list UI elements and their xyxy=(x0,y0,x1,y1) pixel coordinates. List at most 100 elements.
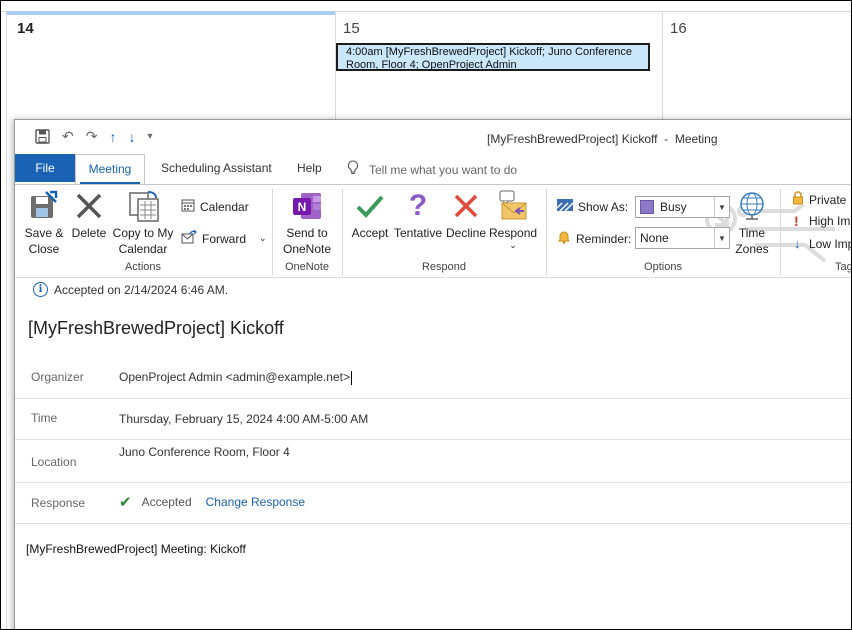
copy-calendar-label-1: Copy to My xyxy=(112,226,174,240)
undo-icon[interactable]: ↶ xyxy=(62,128,74,145)
send-onenote-label-1: Send to xyxy=(286,226,328,240)
window-title: [MyFreshBrewedProject] Kickoff - Meeting xyxy=(487,132,718,146)
globe-icon xyxy=(740,192,764,220)
tab-help[interactable]: Help xyxy=(285,154,334,182)
chevron-down-icon: ▼ xyxy=(714,197,729,217)
save-close-icon xyxy=(31,190,58,218)
delete-x-icon xyxy=(76,193,102,219)
customize-toolbar-icon[interactable]: ▾ xyxy=(147,131,152,142)
info-icon: i xyxy=(33,282,48,297)
accept-label: Accept xyxy=(351,226,389,240)
respond-button[interactable]: Respond ⌄ xyxy=(489,189,538,250)
calendar-appointment[interactable]: 4:00am [MyFreshBrewedProject] Kickoff; J… xyxy=(336,43,650,71)
busy-swatch xyxy=(640,200,654,214)
svg-text:N: N xyxy=(298,200,307,214)
high-importance-button[interactable]: ! High Im xyxy=(794,213,850,229)
text-caret xyxy=(350,370,352,385)
organizer-value-wrap[interactable]: OpenProject Admin <admin@example.net> xyxy=(119,370,352,385)
forward-dropdown-icon[interactable]: ⌄ xyxy=(259,233,267,244)
tentative-button[interactable]: ? Tentative xyxy=(393,189,443,241)
info-bar: i Accepted on 2/14/2024 6:46 AM. xyxy=(33,282,228,297)
chevron-down-icon: ▼ xyxy=(714,228,729,248)
group-label-tags: Tag xyxy=(835,261,852,273)
down-arrow-icon: ↓ xyxy=(794,236,801,251)
bell-icon xyxy=(557,230,571,247)
tab-meeting[interactable]: Meeting xyxy=(75,154,145,184)
time-zones-label-2: Zones xyxy=(735,242,769,256)
group-label-onenote: OneNote xyxy=(284,261,330,273)
send-to-onenote-button[interactable]: N Send to OneNote xyxy=(277,189,337,257)
tab-file[interactable]: File xyxy=(15,154,75,182)
show-as-dropdown[interactable]: Busy ▼ xyxy=(635,196,730,218)
save-close-label-2: Close xyxy=(28,242,60,256)
forward-button[interactable]: Forward ⌄ xyxy=(181,229,267,247)
calendar-column-divider xyxy=(662,12,663,122)
send-onenote-label-2: OneNote xyxy=(282,242,332,256)
delete-label: Delete xyxy=(71,226,107,240)
respond-icon xyxy=(499,190,527,220)
exclamation-icon: ! xyxy=(794,213,799,229)
show-as-icon xyxy=(556,199,574,214)
response-row: Response ✔ Accepted Change Response xyxy=(15,483,851,524)
time-row: Time Thursday, February 15, 2024 4:00 AM… xyxy=(15,399,851,440)
ribbon-separator xyxy=(780,189,781,275)
save-close-label-1: Save & xyxy=(24,226,64,240)
calendar-left-edge xyxy=(6,12,7,629)
show-as-label: Show As: xyxy=(578,199,629,214)
accept-button[interactable]: Accept xyxy=(349,189,391,241)
respond-dropdown-icon: ⌄ xyxy=(509,240,517,250)
tell-me-search[interactable]: Tell me what you want to do xyxy=(347,160,517,179)
high-importance-label: High Im xyxy=(809,214,851,228)
reminder-dropdown[interactable]: None ▼ xyxy=(635,227,730,249)
time-zones-label-1: Time xyxy=(738,226,766,240)
ribbon: Save & Close Delete Copy to My Calendar … xyxy=(15,184,852,278)
calendar-button[interactable]: Calendar xyxy=(181,199,249,215)
group-label-actions: Actions xyxy=(124,261,162,273)
calendar-copy-icon xyxy=(129,191,159,222)
accepted-check-icon: ✔ xyxy=(119,494,132,511)
meeting-window: ↶ ↷ ↑ ↓ ▾ [MyFreshBrewedProject] Kickoff… xyxy=(14,119,852,629)
next-item-icon[interactable]: ↓ xyxy=(128,129,135,145)
location-row: Location Juno Conference Room, Floor 4 xyxy=(15,440,851,483)
location-label: Location xyxy=(31,455,77,469)
quick-access-toolbar: ↶ ↷ ↑ ↓ ▾ xyxy=(35,128,153,145)
delete-button[interactable]: Delete xyxy=(71,189,107,241)
forward-label: Forward xyxy=(202,231,247,246)
tentative-question-icon: ? xyxy=(408,189,428,222)
time-value: Thursday, February 15, 2024 4:00 AM-5:00… xyxy=(119,412,369,426)
private-button[interactable]: Private xyxy=(792,191,846,208)
show-as-value: Busy xyxy=(660,200,687,214)
reminder-label-group: Reminder: xyxy=(557,230,631,247)
tab-scheduling-assistant[interactable]: Scheduling Assistant xyxy=(149,154,284,182)
redo-icon[interactable]: ↷ xyxy=(86,128,98,145)
reminder-value: None xyxy=(640,231,669,245)
meeting-subject: [MyFreshBrewedProject] Kickoff xyxy=(28,318,284,338)
time-zones-button[interactable]: Time Zones xyxy=(733,189,771,257)
lock-icon xyxy=(792,191,804,208)
respond-label: Respond xyxy=(489,226,538,240)
low-importance-button[interactable]: ↓ Low Imp xyxy=(794,236,852,251)
tab-meeting-label: Meeting xyxy=(88,162,132,176)
group-label-respond: Respond xyxy=(421,261,467,273)
copy-to-calendar-button[interactable]: Copy to My Calendar xyxy=(111,189,175,257)
day-number-15[interactable]: 15 xyxy=(343,20,360,37)
screen-frame: 14 15 16 4:00am [MyFreshBrewedProject] K… xyxy=(0,0,852,630)
forward-envelope-icon xyxy=(181,229,197,247)
response-value-group: ✔ Accepted Change Response xyxy=(119,493,305,511)
today-indicator xyxy=(6,11,335,15)
calendar-icon xyxy=(181,199,195,215)
save-icon[interactable] xyxy=(35,129,50,144)
meeting-body[interactable]: [MyFreshBrewedProject] Meeting: Kickoff xyxy=(26,542,246,556)
organizer-row: Organizer OpenProject Admin <admin@examp… xyxy=(15,356,851,399)
low-importance-label: Low Imp xyxy=(809,236,852,251)
reminder-label: Reminder: xyxy=(576,231,632,246)
decline-button[interactable]: Decline xyxy=(445,189,487,241)
change-response-link[interactable]: Change Response xyxy=(206,495,305,509)
day-number-14[interactable]: 14 xyxy=(17,20,34,37)
group-label-options: Options xyxy=(644,261,682,273)
save-close-button[interactable]: Save & Close xyxy=(21,189,67,257)
previous-item-icon[interactable]: ↑ xyxy=(109,129,116,145)
day-number-16[interactable]: 16 xyxy=(670,20,687,37)
time-label: Time xyxy=(31,411,58,425)
private-label: Private xyxy=(809,192,847,207)
